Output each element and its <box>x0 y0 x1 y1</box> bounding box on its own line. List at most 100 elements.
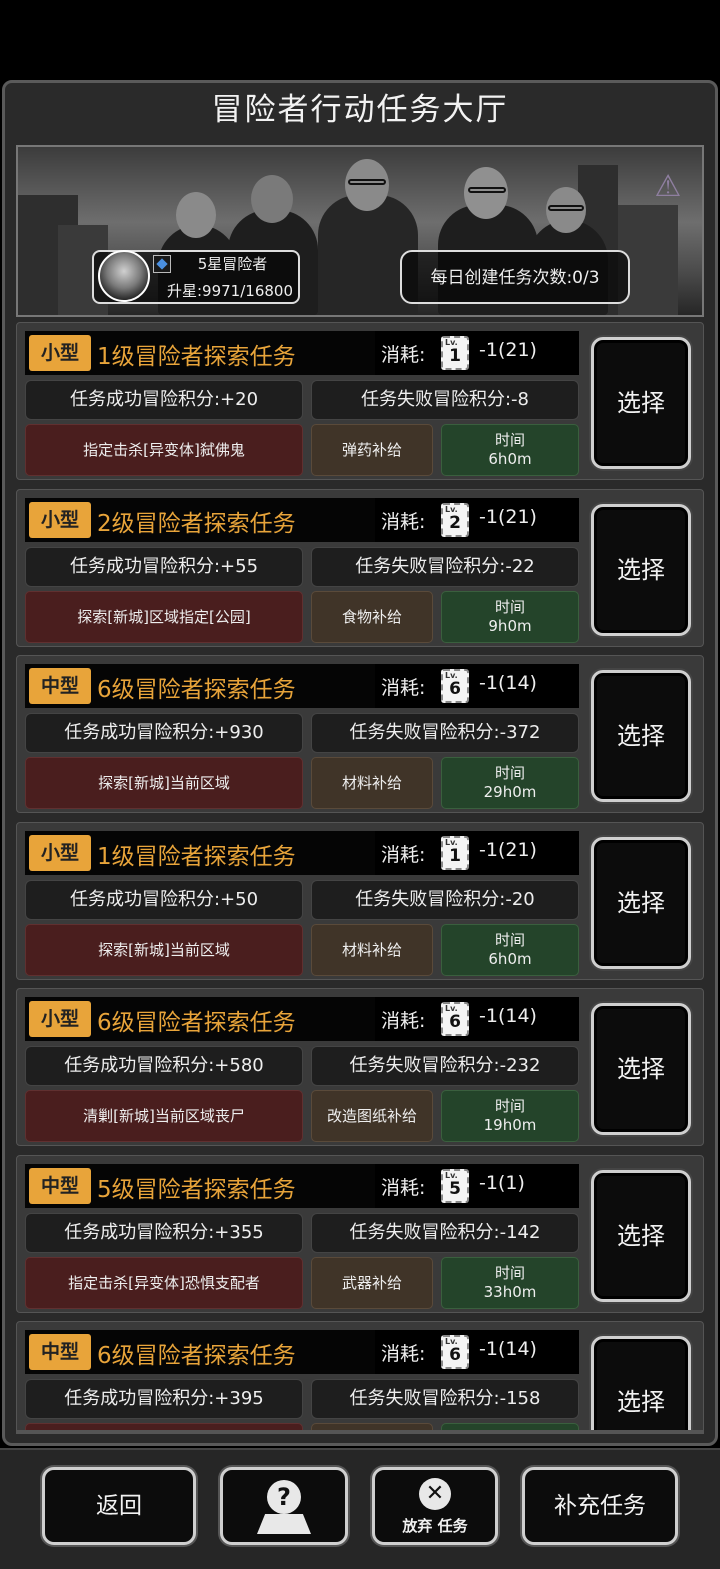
back-button[interactable]: 返回 <box>42 1467 196 1545</box>
card-level: 6 <box>449 679 461 699</box>
abandon-mission-button[interactable]: ✕ 放弃 任务 <box>372 1467 498 1545</box>
mission-target: 探索[新城]当前区域 <box>25 924 303 976</box>
time-value: 19h0m <box>483 1116 537 1134</box>
replenish-mission-label: 补充任务 <box>554 1493 646 1519</box>
mission-size-badge: 小型 <box>29 335 91 371</box>
mission-size-badge: 中型 <box>29 1168 91 1204</box>
cost-label: 消耗: <box>381 844 426 866</box>
time-value: 29h0m <box>483 783 537 801</box>
mission-time: 时间 19h0m <box>441 1090 579 1142</box>
rank-label: 5星冒险者 <box>197 255 268 273</box>
select-mission-button[interactable]: 选择 <box>591 1170 691 1302</box>
success-points: 任务成功冒险积分:+930 <box>25 713 303 753</box>
select-mission-button[interactable]: 选择 <box>591 504 691 636</box>
mission-size-badge: 小型 <box>29 502 91 538</box>
card-level: 2 <box>449 513 461 533</box>
mission-size-badge: 小型 <box>29 1001 91 1037</box>
fail-points: 任务失败冒险积分:-8 <box>311 380 579 420</box>
cost-label: 消耗: <box>381 1343 426 1365</box>
mission-target: 探索[新城]区域指定[公园] <box>25 591 303 643</box>
fail-points: 任务失败冒险积分:-20 <box>311 880 579 920</box>
level-card-icon: Lv. 6 <box>441 1335 469 1369</box>
mission-target: 探索[新城]当前区域 <box>25 757 303 809</box>
select-mission-button[interactable]: 选择 <box>591 670 691 802</box>
card-level: 6 <box>449 1012 461 1032</box>
mission-size-badge: 中型 <box>29 668 91 704</box>
page-title: 冒险者行动任务大厅 <box>211 92 509 128</box>
select-mission-button[interactable]: 选择 <box>591 1336 691 1432</box>
success-points: 任务成功冒险积分:+355 <box>25 1213 303 1253</box>
rank-gem-icon <box>153 255 171 273</box>
mission-reward: 弹药补给 <box>311 424 433 476</box>
time-label: 时间 <box>494 1097 525 1115</box>
mission-title: 6级冒险者探索任务 <box>97 1343 296 1369</box>
select-mission-button[interactable]: 选择 <box>591 1003 691 1135</box>
cost-value: -1(14) <box>479 672 537 694</box>
cost-label: 消耗: <box>381 344 426 366</box>
level-card-icon: Lv. 2 <box>441 503 469 537</box>
select-mission-button[interactable]: 选择 <box>591 837 691 969</box>
help-button[interactable]: ? <box>220 1467 348 1545</box>
mission-title: 2级冒险者探索任务 <box>97 511 296 537</box>
avatar[interactable] <box>98 250 150 302</box>
cost-value: -1(1) <box>479 1172 525 1194</box>
mission-time: 时间 29h0m <box>441 757 579 809</box>
cost-value: -1(21) <box>479 839 537 861</box>
close-circle-icon: ✕ <box>419 1478 451 1510</box>
cost-label: 消耗: <box>381 1177 426 1199</box>
card-level: 1 <box>449 846 461 866</box>
time-label: 时间 <box>494 764 525 782</box>
mission-card: 小型 6级冒险者探索任务 消耗: Lv. 6 -1(14) 任务成功冒险积分:+580 任务失… <box>16 988 704 1146</box>
cost-label: 消耗: <box>381 1010 426 1032</box>
replenish-mission-button[interactable]: 补充任务 <box>522 1467 678 1545</box>
fail-points: 任务失败冒险积分:-232 <box>311 1046 579 1086</box>
mission-list[interactable]: 小型 1级冒险者探索任务 消耗: Lv. 1 -1(21) 任务成功冒险积分:+20 任务失败… <box>16 322 704 1432</box>
time-value: 6h0m <box>488 950 532 968</box>
mission-time: 时间 33h0m <box>441 1257 579 1309</box>
faction-emblem-icon: ⚠ <box>654 169 682 204</box>
fail-points: 任务失败冒险积分:-372 <box>311 713 579 753</box>
cost-label: 消耗: <box>381 511 426 533</box>
mission-size-badge: 小型 <box>29 835 91 871</box>
level-card-icon: Lv. 1 <box>441 336 469 370</box>
abandon-mission-label: 放弃 任务 <box>402 1517 468 1535</box>
cost-value: -1(14) <box>479 1005 537 1027</box>
success-points: 任务成功冒险积分:+395 <box>25 1379 303 1419</box>
back-button-label: 返回 <box>96 1493 142 1519</box>
time-label: 时间 <box>494 1264 525 1282</box>
mission-title: 6级冒险者探索任务 <box>97 677 296 703</box>
mission-card: 中型 6级冒险者探索任务 消耗: Lv. 6 -1(14) 任务成功冒险积分:+395 任务失… <box>16 1321 704 1432</box>
level-card-icon: Lv. 5 <box>441 1169 469 1203</box>
mission-card: 小型 1级冒险者探索任务 消耗: Lv. 1 -1(21) 任务成功冒险积分:+50 任务失败… <box>16 822 704 980</box>
time-value: 9h0m <box>488 617 532 635</box>
mission-card: 中型 5级冒险者探索任务 消耗: Lv. 5 -1(1) 任务成功冒险积分:+355 任务失败… <box>16 1155 704 1313</box>
mission-target: 指定击杀[异变体]弑佛鬼 <box>25 424 303 476</box>
daily-create-count: 每日创建任务次数:0/3 <box>430 268 600 288</box>
cost-value: -1(21) <box>479 506 537 528</box>
fail-points: 任务失败冒险积分:-142 <box>311 1213 579 1253</box>
mission-time: 时间 9h0m <box>441 591 579 643</box>
card-level: 6 <box>449 1345 461 1365</box>
mission-reward: 改造图纸补给 <box>311 1090 433 1142</box>
question-map-icon: ? <box>267 1480 301 1514</box>
time-label: 时间 <box>494 431 525 449</box>
time-value: 6h0m <box>488 450 532 468</box>
mission-target: 清剿[新城]当前区域丧尸 <box>25 1090 303 1142</box>
map-base-icon <box>257 1514 311 1534</box>
card-level: 1 <box>449 346 461 366</box>
mission-target: 指定击杀[异变体]恐惧支配者 <box>25 1257 303 1309</box>
mission-title: 5级冒险者探索任务 <box>97 1177 296 1203</box>
cost-value: -1(21) <box>479 339 537 361</box>
mission-reward: 材料补给 <box>311 757 433 809</box>
time-value: 33h0m <box>483 1283 537 1301</box>
mission-title: 6级冒险者探索任务 <box>97 1010 296 1036</box>
mission-card: 小型 2级冒险者探索任务 消耗: Lv. 2 -1(21) 任务成功冒险积分:+55 任务失败… <box>16 489 704 647</box>
mission-time: 时间 6h0m <box>441 924 579 976</box>
mission-title: 1级冒险者探索任务 <box>97 344 296 370</box>
select-mission-button[interactable]: 选择 <box>591 337 691 469</box>
card-level: 5 <box>449 1179 461 1199</box>
level-card-icon: Lv. 1 <box>441 836 469 870</box>
mission-card: 小型 1级冒险者探索任务 消耗: Lv. 1 -1(21) 任务成功冒险积分:+20 任务失败… <box>16 322 704 480</box>
rank-progress: 升星:9971/16800 <box>167 282 293 300</box>
level-card-icon: Lv. 6 <box>441 669 469 703</box>
